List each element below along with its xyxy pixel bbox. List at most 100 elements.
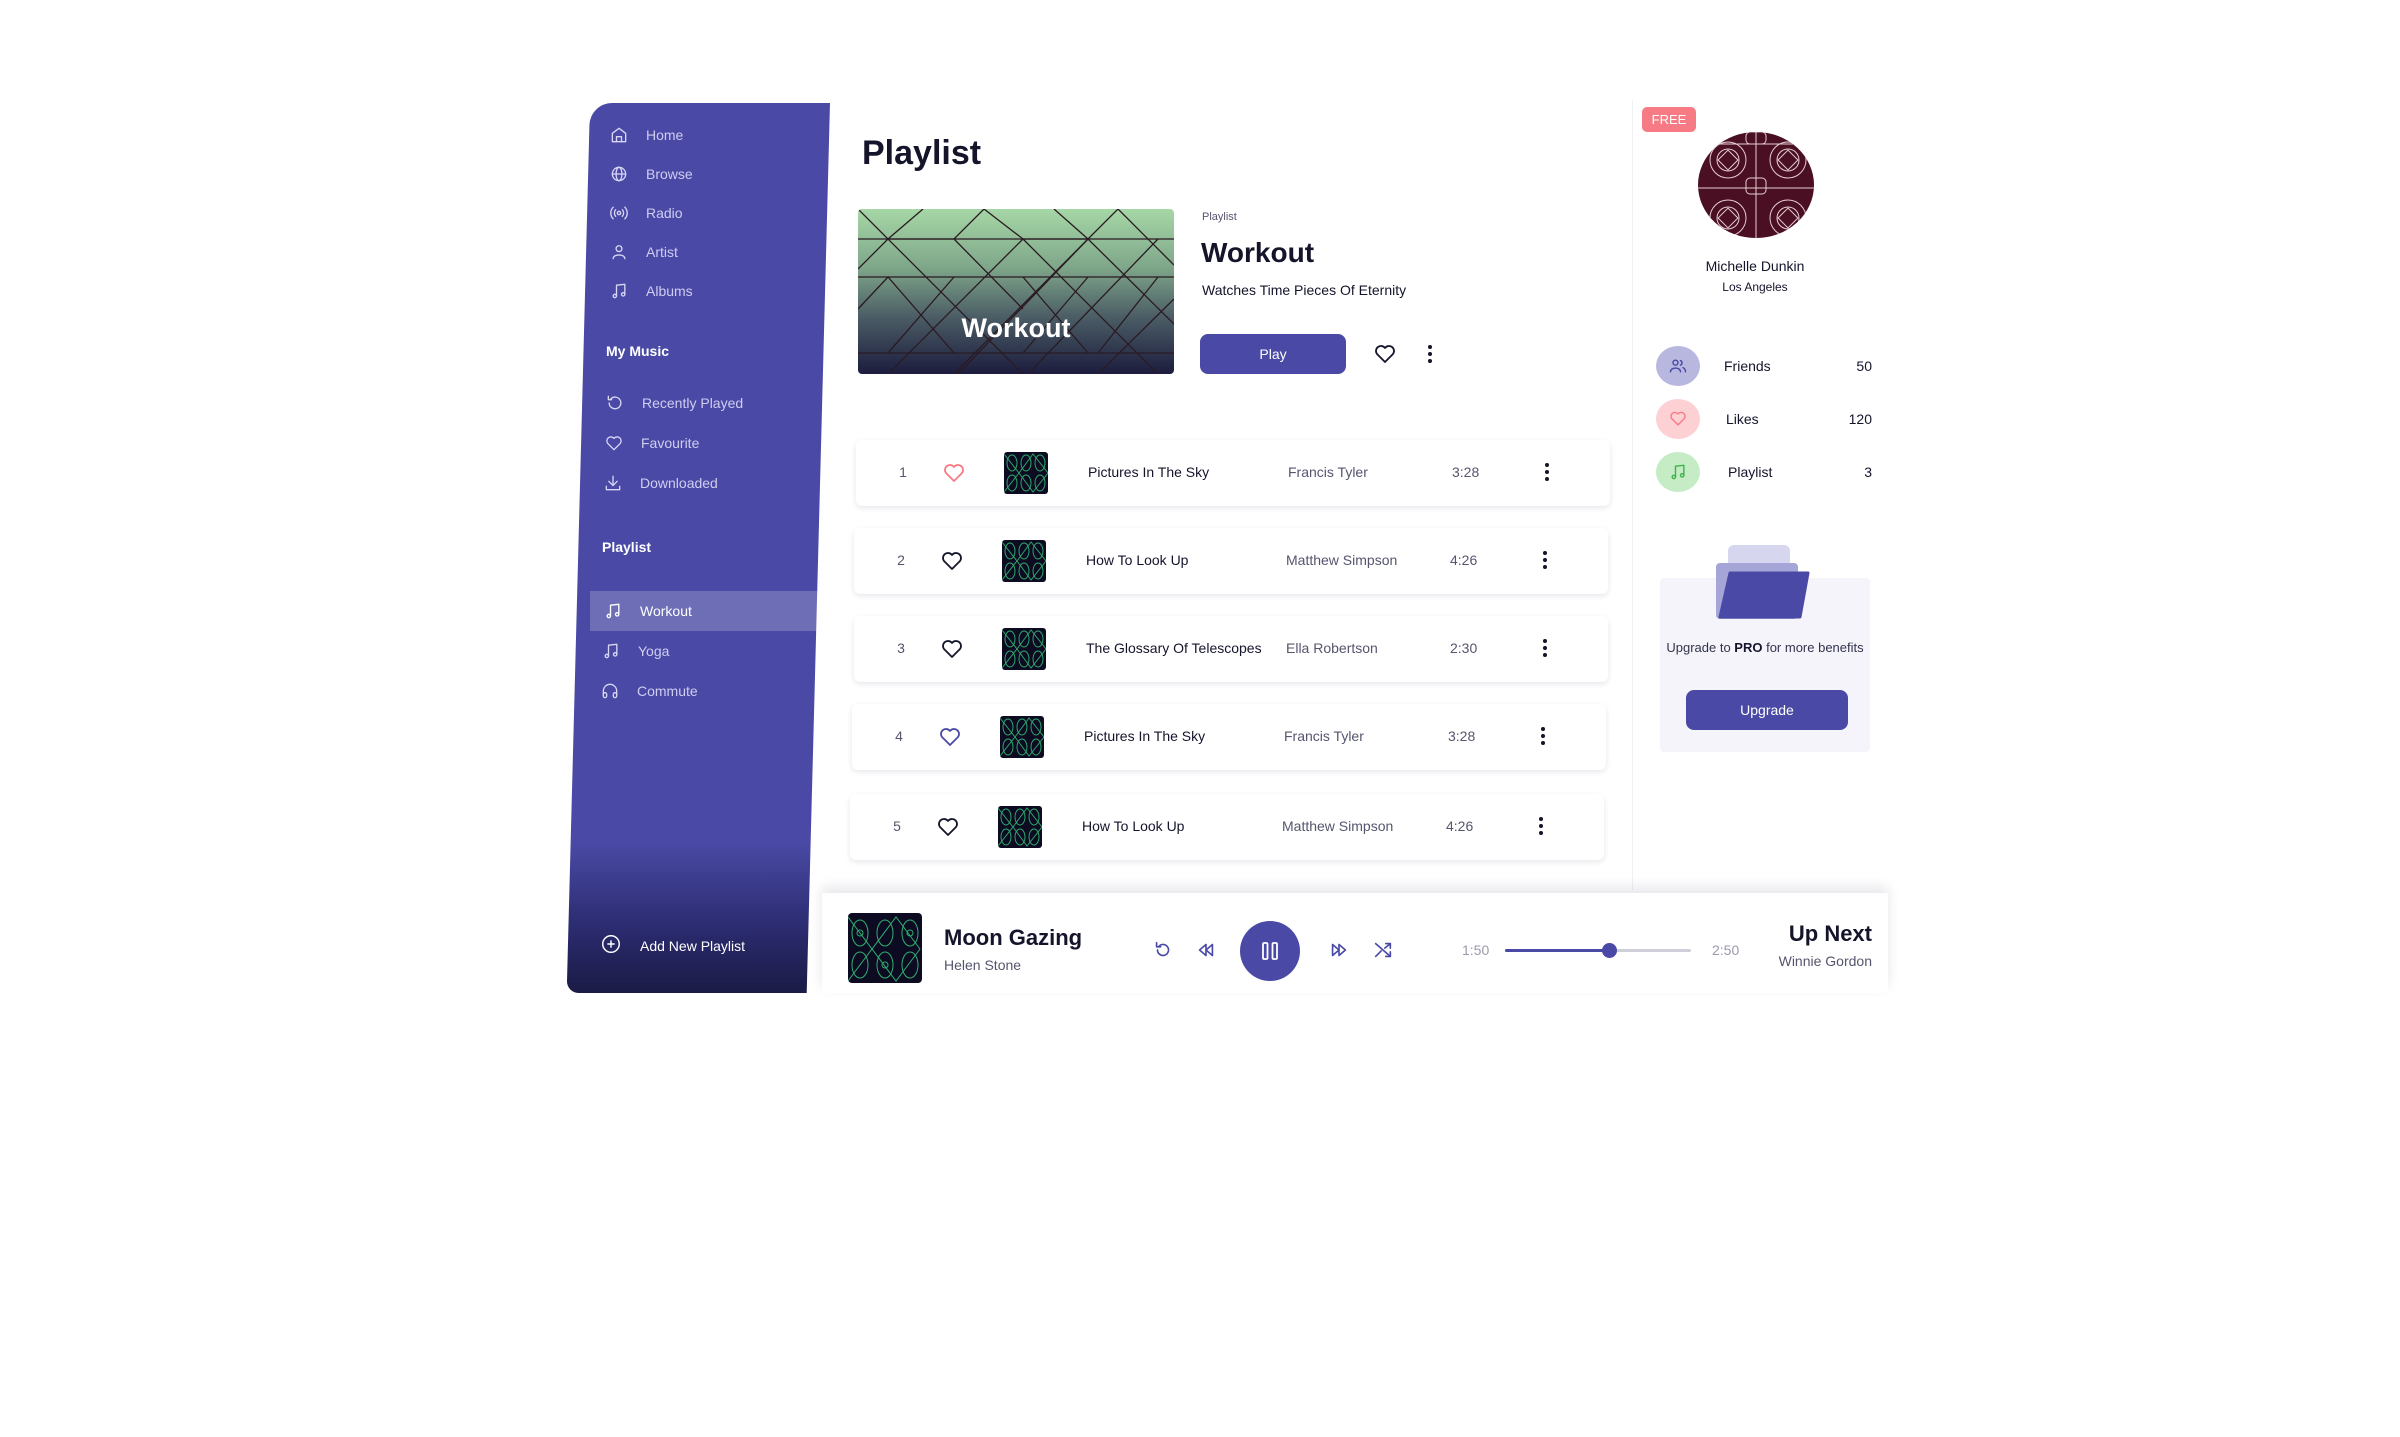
nav-downloaded[interactable]: Downloaded — [602, 463, 824, 503]
playlist-item-yoga[interactable]: Yoga — [600, 631, 822, 671]
up-next-artist: Winnie Gordon — [1778, 953, 1872, 969]
track-row[interactable]: 1 Pictures In The Sky Francis Tyler 3:28 — [856, 440, 1610, 506]
radio-icon — [608, 202, 630, 224]
track-row[interactable]: 5 How To Look Up Matthew Simpson 4:26 — [850, 794, 1604, 860]
more-vertical-icon — [1428, 345, 1432, 363]
stat-friends[interactable]: Friends 50 — [1656, 346, 1872, 390]
playlist-item-commute[interactable]: Commute — [599, 671, 821, 711]
pause-button[interactable] — [1240, 921, 1300, 981]
track-like-button[interactable] — [940, 550, 964, 572]
track-more-button[interactable] — [1536, 814, 1546, 838]
nav-artist-label: Artist — [646, 244, 678, 260]
track-artwork-pattern — [1002, 629, 1046, 669]
sidebar: Home Browse Radio Artist Albums My Music… — [566, 103, 830, 993]
track-like-button[interactable] — [938, 726, 962, 748]
upgrade-message-suffix: for more benefits — [1762, 640, 1864, 655]
stat-likes[interactable]: Likes 120 — [1656, 399, 1872, 443]
stat-label: Friends — [1724, 358, 1771, 374]
heart-icon — [1375, 345, 1395, 363]
panel-divider — [1632, 100, 1633, 890]
track-artist[interactable]: Ella Robertson — [1286, 640, 1378, 656]
track-artist[interactable]: Francis Tyler — [1284, 728, 1364, 744]
upgrade-button[interactable]: Upgrade — [1686, 690, 1848, 730]
track-title[interactable]: Pictures In The Sky — [1084, 728, 1205, 744]
track-like-button[interactable] — [942, 462, 966, 484]
avatar[interactable] — [1698, 132, 1814, 238]
add-new-playlist-label: Add New Playlist — [640, 937, 746, 954]
nav-home[interactable]: Home — [608, 115, 830, 155]
track-row[interactable]: 4 Pictures In The Sky Francis Tyler 3:28 — [852, 704, 1606, 770]
playlist-item-workout[interactable]: Workout — [590, 591, 826, 631]
track-artwork-pattern — [1002, 541, 1046, 581]
up-next-label[interactable]: Up Next — [1789, 921, 1872, 947]
download-icon — [602, 472, 624, 494]
heart-icon — [942, 552, 962, 570]
progress-fill — [1505, 949, 1610, 952]
track-title[interactable]: Pictures In The Sky — [1088, 464, 1209, 480]
nav-favourite-label: Favourite — [641, 435, 700, 451]
track-title[interactable]: How To Look Up — [1086, 552, 1188, 568]
track-more-button[interactable] — [1540, 636, 1550, 660]
playlist-description: Watches Time Pieces Of Eternity — [1202, 282, 1407, 298]
upgrade-message-pro: PRO — [1734, 640, 1763, 655]
stat-label: Likes — [1726, 411, 1759, 427]
nav-recently-played[interactable]: Recently Played — [604, 383, 826, 423]
shuffle-icon — [1374, 942, 1392, 958]
now-playing-artist: Helen Stone — [944, 957, 1022, 973]
track-artist[interactable]: Francis Tyler — [1288, 464, 1368, 480]
track-title[interactable]: The Glossary Of Telescopes — [1086, 640, 1262, 656]
progress-handle[interactable] — [1602, 943, 1618, 958]
cover-title: Workout — [961, 313, 1071, 343]
like-playlist-button[interactable] — [1373, 343, 1397, 365]
plus-circle-icon — [600, 933, 640, 958]
track-row[interactable]: 3 The Glossary Of Telescopes Ella Robertso… — [854, 616, 1608, 682]
cover-pattern — [858, 209, 1174, 374]
nav-radio[interactable]: Radio — [608, 193, 830, 233]
track-artwork-pattern — [998, 807, 1042, 847]
heart-icon — [942, 640, 962, 658]
nav-home-label: Home — [646, 127, 684, 143]
stat-value: 50 — [1856, 358, 1872, 374]
track-like-button[interactable] — [936, 816, 960, 838]
now-playing-artwork — [848, 913, 922, 983]
plan-badge: FREE — [1642, 107, 1696, 132]
track-artist[interactable]: Matthew Simpson — [1286, 552, 1397, 568]
playlist-more-button[interactable] — [1425, 342, 1435, 366]
nav-albums[interactable]: Albums — [608, 271, 830, 311]
repeat-icon — [1155, 941, 1170, 957]
avatar-pattern — [1698, 132, 1814, 238]
more-vertical-icon — [1541, 727, 1545, 745]
more-vertical-icon — [1543, 551, 1547, 569]
track-duration: 3:28 — [1452, 464, 1480, 480]
nav-browse[interactable]: Browse — [608, 154, 830, 194]
globe-icon — [608, 163, 630, 185]
play-button[interactable]: Play — [1200, 334, 1346, 374]
fast-forward-icon — [1331, 943, 1347, 957]
track-like-button[interactable] — [940, 638, 964, 660]
previous-button[interactable] — [1195, 939, 1217, 961]
track-title[interactable]: How To Look Up — [1082, 818, 1184, 834]
stat-playlist[interactable]: Playlist 3 — [1656, 452, 1872, 496]
track-more-button[interactable] — [1542, 460, 1552, 484]
history-icon — [604, 392, 626, 414]
music-note-icon — [1656, 452, 1700, 492]
repeat-button[interactable] — [1152, 939, 1174, 961]
track-more-button[interactable] — [1538, 724, 1548, 748]
nav-favourite[interactable]: Favourite — [603, 423, 825, 463]
add-new-playlist-button[interactable]: Add New Playlist — [600, 933, 745, 958]
track-artwork-pattern — [1004, 453, 1048, 493]
my-music-heading: My Music — [606, 343, 670, 359]
track-row[interactable]: 2 How To Look Up Matthew Simpson 4:26 — [854, 528, 1608, 594]
nav-browse-label: Browse — [646, 166, 693, 182]
user-icon — [608, 241, 630, 263]
progress-slider[interactable] — [1505, 943, 1691, 958]
track-more-button[interactable] — [1540, 548, 1550, 572]
shuffle-button[interactable] — [1372, 939, 1394, 961]
track-artist[interactable]: Matthew Simpson — [1282, 818, 1393, 834]
nav-artist[interactable]: Artist — [608, 232, 830, 272]
next-button[interactable] — [1328, 939, 1350, 961]
headphones-icon — [599, 680, 621, 702]
track-duration: 4:26 — [1450, 552, 1478, 568]
nav-recently-played-label: Recently Played — [642, 395, 744, 411]
elapsed-time: 1:50 — [1462, 942, 1490, 958]
